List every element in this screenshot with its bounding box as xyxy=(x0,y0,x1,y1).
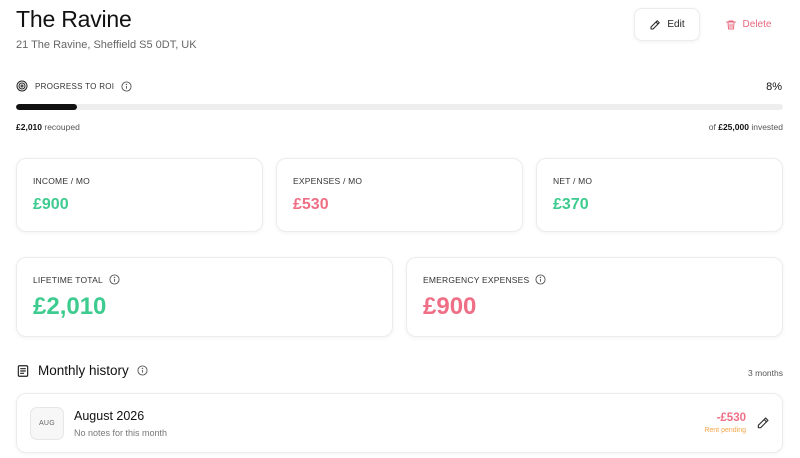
info-icon[interactable] xyxy=(121,80,132,92)
roi-recouped-suffix: recouped xyxy=(44,122,80,132)
net-label: NET / MO xyxy=(553,176,593,186)
income-card: INCOME / MO £900 xyxy=(16,158,263,232)
income-label: INCOME / MO xyxy=(33,176,90,186)
roi-progress-bar xyxy=(16,104,783,110)
emergency-label: EMERGENCY EXPENSES xyxy=(423,274,530,285)
month-name: August 2026 xyxy=(74,409,145,423)
edit-button[interactable]: Edit xyxy=(634,8,700,41)
net-value: £370 xyxy=(553,196,589,213)
delete-button-label: Delete xyxy=(742,19,772,30)
history-title: Monthly history xyxy=(38,363,129,378)
lifetime-label-row: LIFETIME TOTAL xyxy=(33,274,120,285)
roi-recouped-amount: £2,010 xyxy=(16,122,42,132)
emergency-label-row: EMERGENCY EXPENSES xyxy=(423,274,546,285)
month-status: Rent pending xyxy=(704,427,746,434)
history-count: 3 months xyxy=(748,368,783,378)
lifetime-label: LIFETIME TOTAL xyxy=(33,274,103,285)
info-icon[interactable] xyxy=(137,365,148,376)
expenses-value: £530 xyxy=(293,196,329,213)
target-icon xyxy=(16,80,28,92)
history-header: Monthly history xyxy=(16,363,148,378)
net-card: NET / MO £370 xyxy=(536,158,783,232)
page-title: The Ravine xyxy=(16,6,132,32)
roi-invested-prefix: of xyxy=(708,122,716,132)
expenses-card: EXPENSES / MO £530 xyxy=(276,158,523,232)
pencil-icon[interactable] xyxy=(756,416,770,430)
lifetime-value: £2,010 xyxy=(33,293,107,320)
roi-invested-suffix: invested xyxy=(751,122,783,132)
edit-button-label: Edit xyxy=(667,19,685,30)
roi-progress-fill xyxy=(16,104,78,110)
emergency-value: £900 xyxy=(423,293,477,320)
roi-percent: 8% xyxy=(766,81,782,93)
list-item[interactable]: AUG August 2026 No notes for this month … xyxy=(16,393,783,453)
roi-recouped: £2,010 recouped xyxy=(16,122,80,132)
trash-icon xyxy=(725,19,737,31)
info-icon[interactable] xyxy=(109,274,120,285)
month-badge: AUG xyxy=(30,407,64,440)
income-value: £900 xyxy=(33,196,69,213)
expenses-label: EXPENSES / MO xyxy=(293,176,363,186)
delete-button[interactable]: Delete xyxy=(718,8,778,41)
roi-label: PROGRESS TO ROI xyxy=(35,81,115,91)
roi-header: PROGRESS TO ROI xyxy=(16,80,132,92)
calendar-list-icon xyxy=(16,364,30,378)
month-amount: -£530 xyxy=(716,412,746,424)
emergency-card: EMERGENCY EXPENSES £900 xyxy=(406,257,783,337)
month-note: No notes for this month xyxy=(74,428,168,438)
roi-invested: of £25,000 invested xyxy=(709,122,783,132)
roi-invested-amount: £25,000 xyxy=(718,122,749,132)
pencil-icon xyxy=(649,19,661,31)
property-address: 21 The Ravine, Sheffield S5 0DT, UK xyxy=(16,39,197,51)
info-icon[interactable] xyxy=(535,274,546,285)
lifetime-card: LIFETIME TOTAL £2,010 xyxy=(16,257,393,337)
